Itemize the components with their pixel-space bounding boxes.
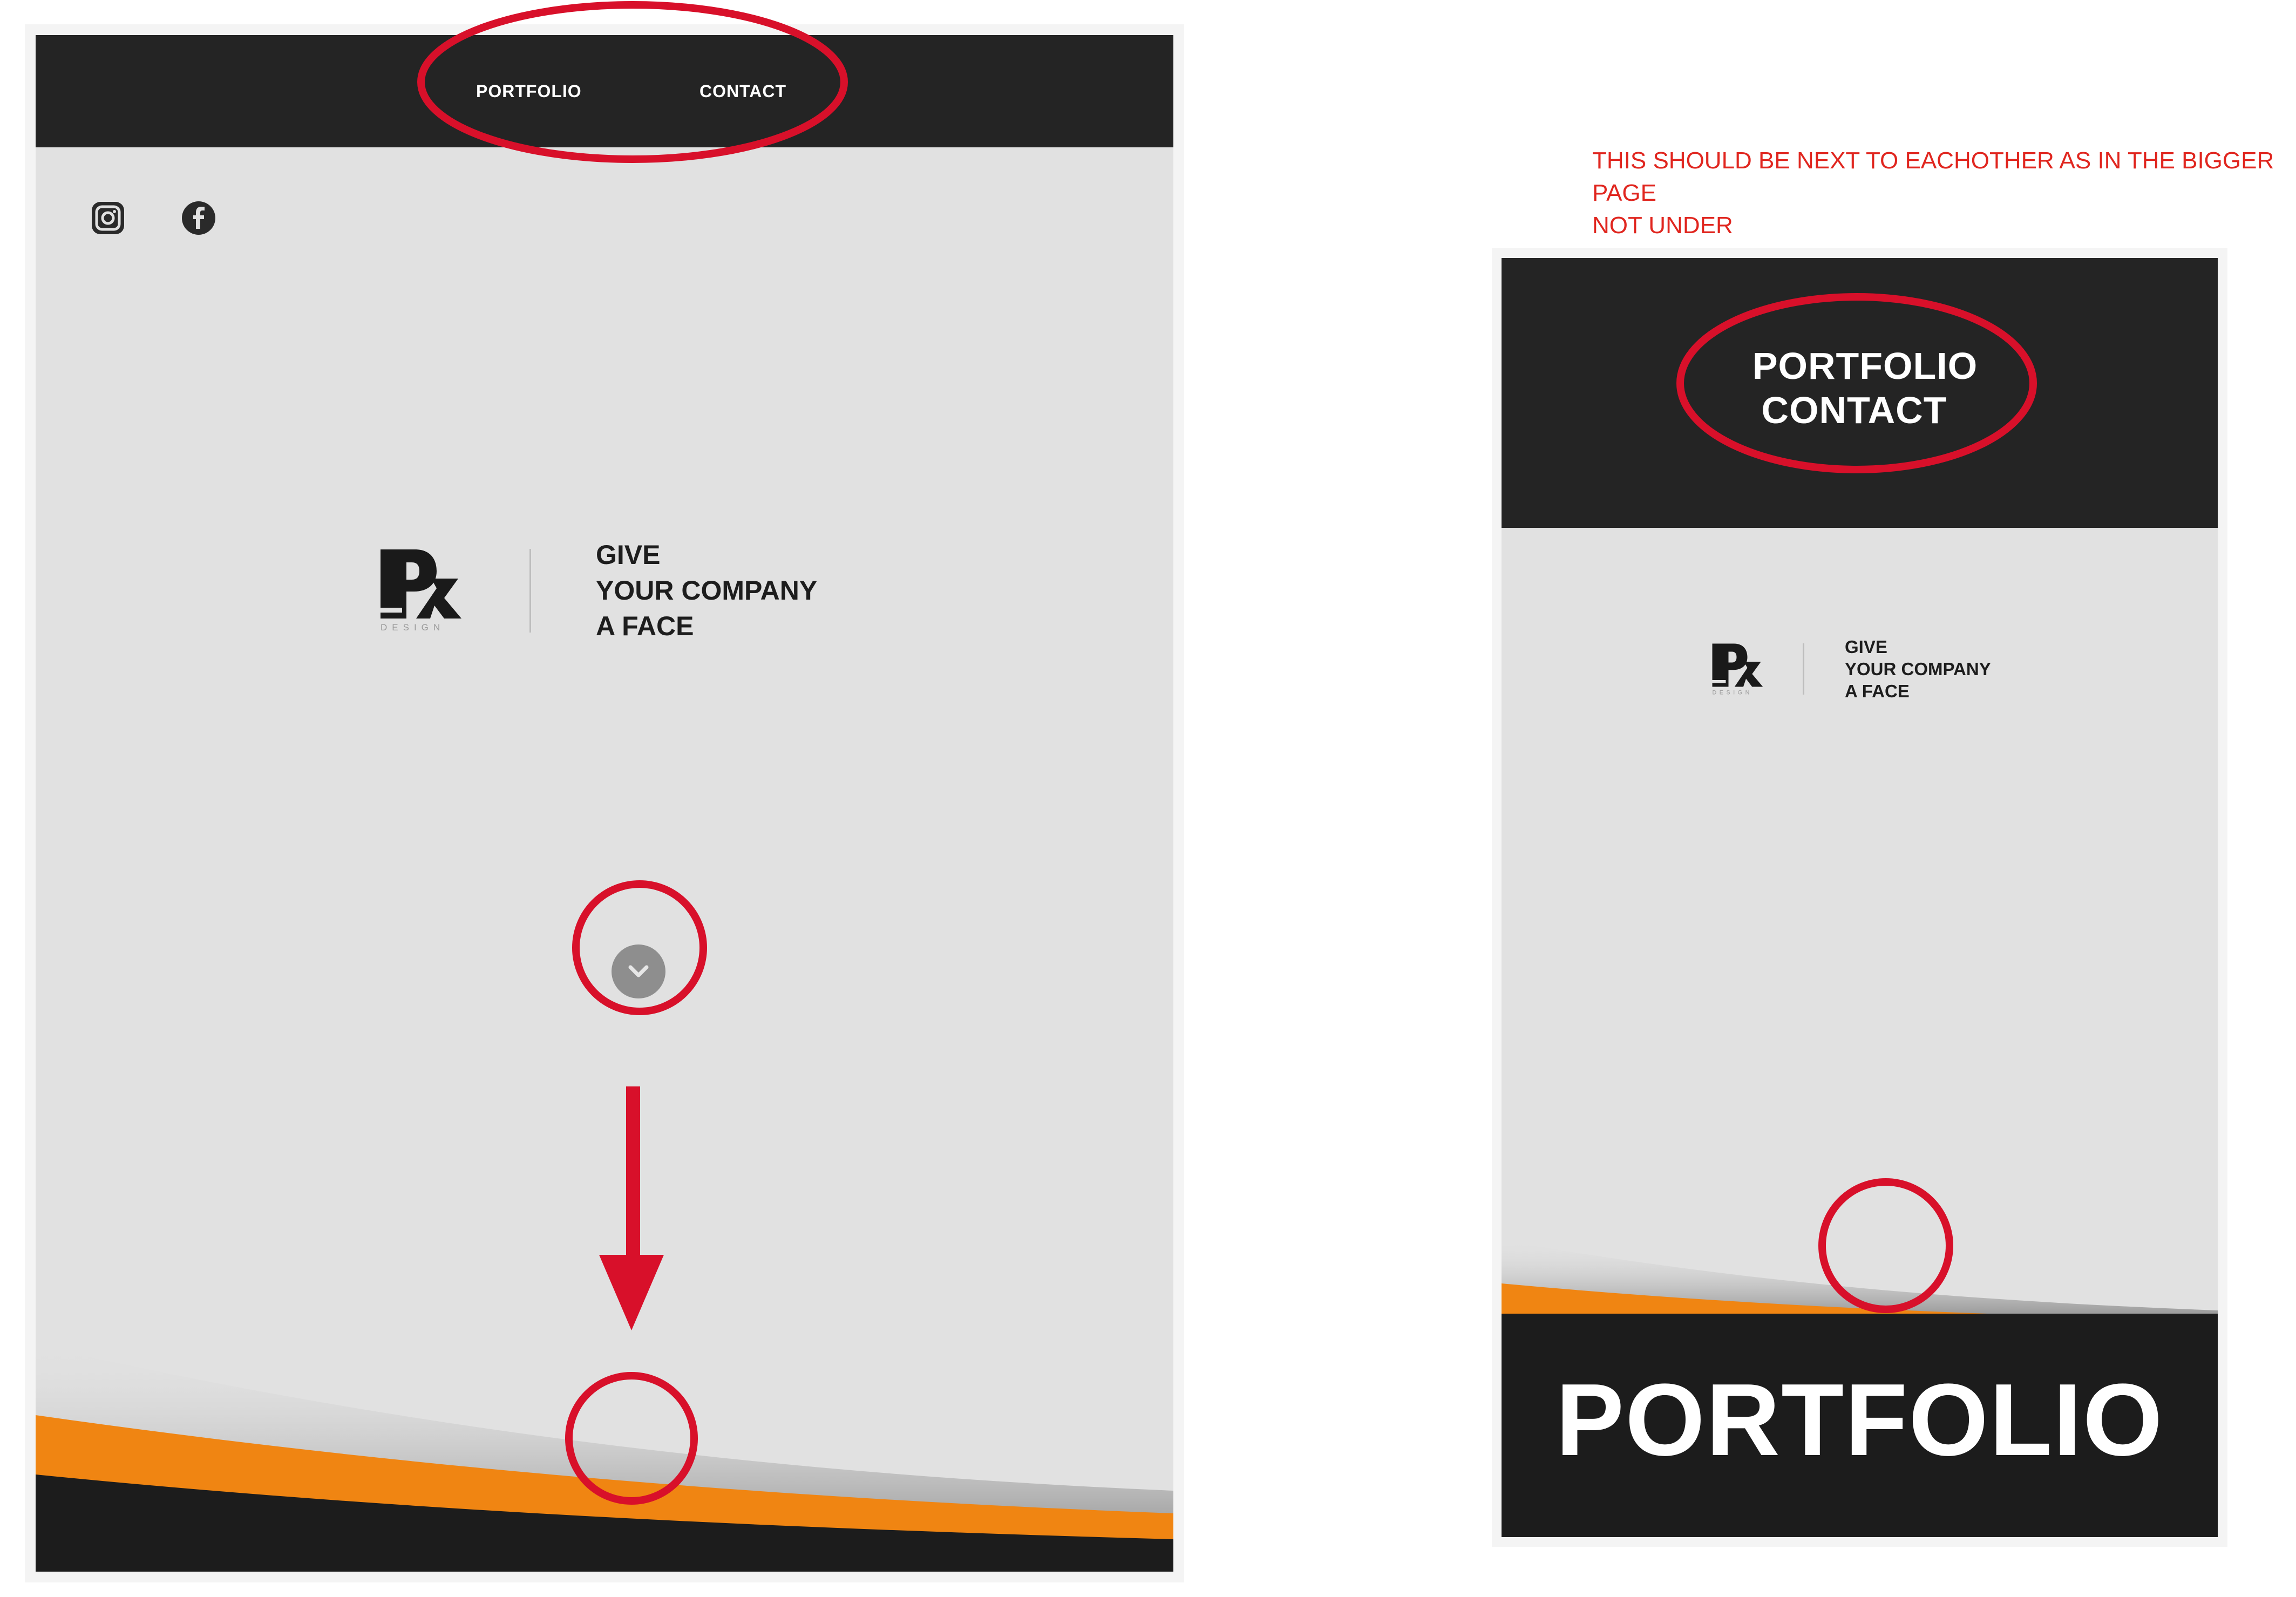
instagram-icon[interactable] (90, 200, 126, 236)
desktop-page-mockup: PORTFOLIO CONTACT DESIGN GIVE YOUR COMPA… (36, 35, 1173, 1572)
annotation-note: THIS SHOULD BE NEXT TO EACHOTHER AS IN T… (1592, 145, 2294, 242)
scroll-down-button[interactable] (612, 944, 665, 998)
svg-text:DESIGN: DESIGN (381, 622, 445, 633)
svg-text:DESIGN: DESIGN (1713, 689, 1752, 696)
decorative-wave (36, 1345, 1173, 1572)
tagline-line-1: GIVE (596, 540, 661, 570)
mobile-page-mockup: PORTFOLIO CONTACT DESIGN GIVE YOUR COMPA… (1502, 258, 2218, 1537)
tagline-line-2: YOUR COMPANY (1845, 659, 1991, 679)
tagline-line-1: GIVE (1845, 637, 1887, 657)
tagline: GIVE YOUR COMPANY A FACE (596, 537, 817, 644)
brand-block: DESIGN GIVE YOUR COMPANY A FACE (1711, 636, 1991, 702)
company-logo: DESIGN (1712, 643, 1763, 696)
brand-divider (529, 548, 531, 633)
tagline-line-3: A FACE (596, 611, 694, 641)
portfolio-heading: PORTFOLIO (1555, 1363, 2164, 1477)
company-logo: DESIGN (381, 549, 461, 633)
nav-link-portfolio[interactable]: PORTFOLIO (1507, 344, 2218, 388)
mobile-navbar: PORTFOLIO CONTACT (1502, 258, 2218, 528)
annotation-line-1: THIS SHOULD BE NEXT TO EACHOTHER AS IN T… (1592, 147, 2274, 206)
desktop-navbar: PORTFOLIO CONTACT (36, 35, 1173, 147)
nav-link-contact[interactable]: CONTACT (1502, 389, 2212, 432)
annotation-line-2: NOT UNDER (1592, 212, 1733, 239)
chevron-down-icon (628, 965, 649, 977)
nav-link-contact[interactable]: CONTACT (699, 35, 786, 147)
portfolio-section: PORTFOLIO (1502, 1314, 2218, 1537)
brand-divider (1803, 643, 1804, 695)
tagline-line-3: A FACE (1845, 681, 1910, 701)
facebook-icon[interactable] (180, 200, 217, 236)
nav-link-portfolio[interactable]: PORTFOLIO (476, 35, 582, 147)
brand-block: DESIGN GIVE YOUR COMPANY A FACE (378, 537, 817, 644)
decorative-wave (1502, 1240, 2218, 1316)
tagline-line-2: YOUR COMPANY (596, 575, 818, 606)
tagline: GIVE YOUR COMPANY A FACE (1845, 636, 1991, 702)
